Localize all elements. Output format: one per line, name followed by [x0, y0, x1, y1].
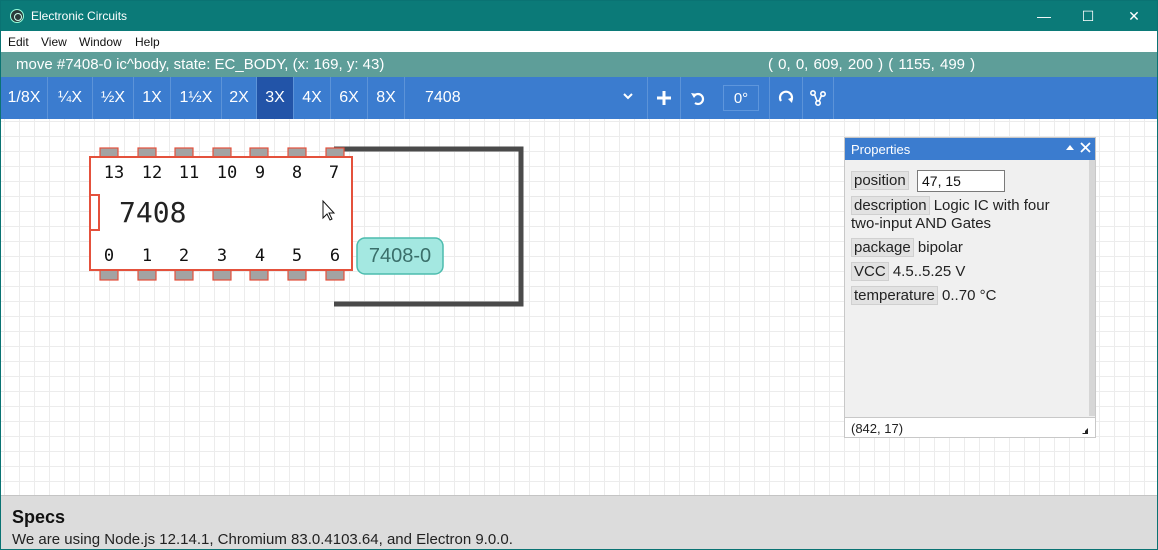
properties-header[interactable]: Properties: [845, 138, 1095, 160]
chip-pin-bottom[interactable]: [137, 269, 157, 281]
specs-section: Specs We are using Node.js 12.14.1, Chro…: [1, 495, 1157, 549]
zoom-3x-button[interactable]: 3X: [257, 77, 293, 119]
close-button[interactable]: ✕: [1111, 1, 1157, 31]
properties-scrollbar[interactable]: [1089, 160, 1095, 416]
vcc-label: VCC: [851, 262, 889, 281]
package-value: bipolar: [917, 239, 963, 256]
pin-label: 9: [255, 163, 265, 183]
chip-pin-bottom[interactable]: [174, 269, 194, 281]
rotate-icon[interactable]: [770, 77, 802, 119]
pin-label: 4: [255, 246, 265, 266]
vcc-value: 4.5..5.25 V: [892, 263, 966, 280]
add-icon[interactable]: [648, 77, 680, 119]
minimize-button[interactable]: —: [1021, 1, 1067, 31]
toolbar: 1/8X ¼X ½X 1X 1½X 2X 3X 4X 6X 8X 7408 0°: [1, 77, 1157, 119]
chip-pin-bottom[interactable]: [249, 269, 269, 281]
chip-pin-bottom[interactable]: [212, 269, 232, 281]
pin-label: 6: [330, 246, 340, 266]
status-message: move #7408-0 ic^body, state: EC_BODY, (x…: [16, 56, 385, 73]
properties-panel: Properties position 47, 15 description L…: [844, 137, 1096, 438]
zoom-1x-button[interactable]: 1X: [134, 77, 170, 119]
package-label: package: [851, 238, 914, 257]
window-title: Electronic Circuits: [31, 9, 128, 23]
pin-label: 3: [217, 246, 227, 266]
zoom-6x-button[interactable]: 6X: [331, 77, 367, 119]
zoom-quarter-button[interactable]: ¼X: [48, 77, 92, 119]
zoom-1-5x-button[interactable]: 1½X: [171, 77, 221, 119]
menu-bar: Edit View Window Help: [1, 31, 1157, 52]
close-icon[interactable]: [1079, 140, 1092, 157]
status-coordinates: ( 0, 0, 609, 200 ) ( 1155, 499 ): [768, 56, 976, 73]
menu-edit[interactable]: Edit: [8, 35, 29, 49]
pin-label: 1: [142, 246, 152, 266]
component-select[interactable]: 7408: [425, 89, 461, 107]
chip-pin-bottom[interactable]: [287, 269, 307, 281]
properties-body: position 47, 15 description Logic IC wit…: [845, 160, 1089, 416]
pin-label: 11: [179, 163, 199, 183]
rotation-angle-display: 0°: [723, 85, 759, 111]
pin-label: 8: [292, 163, 302, 183]
zoom-2x-button[interactable]: 2X: [222, 77, 256, 119]
wire[interactable]: [334, 146, 524, 307]
connect-nodes-icon[interactable]: [803, 77, 833, 119]
chevron-down-icon[interactable]: [621, 89, 635, 106]
specs-text: We are using Node.js 12.14.1, Chromium 8…: [12, 531, 513, 548]
pin-label: 10: [217, 163, 237, 183]
menu-help[interactable]: Help: [135, 35, 160, 49]
pin-label: 2: [179, 246, 189, 266]
description-value: Logic IC with four: [933, 197, 1050, 214]
temperature-label: temperature: [851, 286, 938, 305]
menu-view[interactable]: View: [41, 35, 67, 49]
title-bar: Electronic Circuits — ☐ ✕: [1, 1, 1157, 31]
panel-position: (842, 17): [851, 421, 904, 436]
menu-window[interactable]: Window: [79, 35, 122, 49]
pin-label: 0: [104, 246, 114, 266]
app-window: Electronic Circuits — ☐ ✕ Edit View Wind…: [0, 0, 1158, 550]
pin-label: 5: [292, 246, 302, 266]
pin-label: 13: [104, 163, 124, 183]
pin-label: 7: [329, 163, 339, 183]
chip-pin-bottom[interactable]: [325, 269, 345, 281]
app-logo-icon: [10, 9, 24, 23]
zoom-1-8x-button[interactable]: 1/8X: [1, 77, 47, 119]
chip-name: 7408: [119, 196, 186, 229]
collapse-icon[interactable]: [1064, 140, 1076, 157]
temperature-value: 0..70 °C: [942, 287, 997, 304]
resize-grip-icon[interactable]: [1081, 423, 1089, 434]
zoom-8x-button[interactable]: 8X: [368, 77, 404, 119]
description-label: description: [851, 196, 930, 215]
undo-icon[interactable]: [681, 77, 715, 119]
properties-title: Properties: [851, 142, 911, 157]
position-label: position: [851, 171, 909, 190]
chip-label-text: 7408-0: [369, 245, 431, 267]
maximize-button[interactable]: ☐: [1065, 1, 1111, 31]
specs-title: Specs: [12, 507, 66, 527]
position-field[interactable]: 47, 15: [917, 170, 1005, 192]
status-bar: move #7408-0 ic^body, state: EC_BODY, (x…: [1, 52, 1157, 77]
pin-label: 12: [142, 163, 162, 183]
chip-notch: [89, 194, 100, 231]
zoom-half-button[interactable]: ½X: [93, 77, 133, 119]
chip-pin-bottom[interactable]: [99, 269, 119, 281]
description-value-cont: two-input AND Gates: [851, 215, 992, 232]
zoom-4x-button[interactable]: 4X: [294, 77, 330, 119]
properties-footer: (842, 17): [845, 417, 1095, 437]
